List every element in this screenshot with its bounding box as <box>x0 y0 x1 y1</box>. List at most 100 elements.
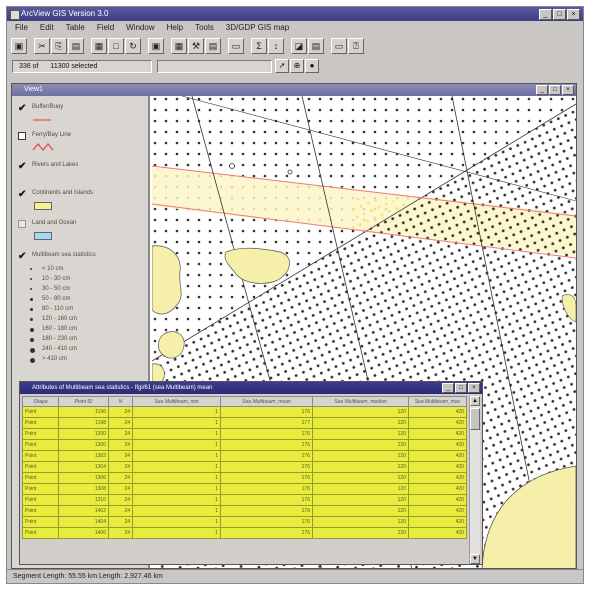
refresh-icon[interactable]: ↻ <box>125 38 141 54</box>
table-cell[interactable]: 420 <box>408 406 467 418</box>
table-scrollbar[interactable]: ▲ ▼ <box>469 396 480 564</box>
table-cell[interactable]: 420 <box>408 439 467 451</box>
table-cell[interactable]: 24 <box>108 450 133 462</box>
table-cell[interactable]: 120 <box>312 428 409 440</box>
table-row[interactable]: Point 1308 24 1 176 120 420 <box>22 483 467 495</box>
promote-icon[interactable]: ▤ <box>205 38 221 54</box>
table-close-button[interactable]: × <box>468 383 480 393</box>
scroll-up-icon[interactable]: ▲ <box>470 396 480 406</box>
table-row[interactable]: Point 1304 24 1 176 120 420 <box>22 461 467 473</box>
table-cell[interactable]: 1 <box>132 428 221 440</box>
table-cell[interactable]: 177 <box>220 417 313 429</box>
menu-field[interactable]: Field <box>97 21 114 35</box>
table-cell[interactable]: 24 <box>108 428 133 440</box>
checkbox-empty-icon[interactable] <box>18 220 26 228</box>
table-cell[interactable]: 1304 <box>58 461 109 473</box>
menu-help[interactable]: Help <box>167 21 183 35</box>
checkmark-icon[interactable]: ✔ <box>18 190 27 200</box>
table-cell[interactable]: 24 <box>108 483 133 495</box>
menu-file[interactable]: File <box>15 21 28 35</box>
table-cell[interactable]: 420 <box>408 505 467 517</box>
table-cell[interactable]: Point <box>22 494 59 506</box>
table-cell[interactable]: 420 <box>408 483 467 495</box>
table-row[interactable]: Point 1402 24 1 178 120 420 <box>22 505 467 517</box>
table-cell[interactable]: 24 <box>108 461 133 473</box>
column-header-n[interactable]: N <box>108 396 133 407</box>
table-cell[interactable]: 24 <box>108 406 133 418</box>
table-cell[interactable]: 1 <box>132 450 221 462</box>
table-cell[interactable]: 176 <box>220 428 313 440</box>
table-cell[interactable]: Point <box>22 516 59 528</box>
table-cell[interactable]: 120 <box>312 483 409 495</box>
table-cell[interactable]: 1 <box>132 527 221 539</box>
checkbox-empty-icon[interactable] <box>18 132 26 140</box>
view-maximize-button[interactable]: □ <box>549 85 561 95</box>
table-cell[interactable]: 420 <box>408 472 467 484</box>
new-icon[interactable]: □ <box>108 38 124 54</box>
table-cell[interactable]: 1 <box>132 483 221 495</box>
table-cell[interactable]: 176 <box>220 516 313 528</box>
menu-window[interactable]: Window <box>126 21 154 35</box>
table-cell[interactable]: 1 <box>132 472 221 484</box>
column-header-mean[interactable]: Sea Multibeam_mean <box>220 396 313 407</box>
table-cell[interactable]: 120 <box>312 439 409 451</box>
column-header-min[interactable]: Sea Multibeam_min <box>132 396 221 407</box>
table-cell[interactable]: 24 <box>108 417 133 429</box>
table-cell[interactable]: 120 <box>312 494 409 506</box>
table-cell[interactable]: 24 <box>108 439 133 451</box>
table-cell[interactable]: 1404 <box>58 516 109 528</box>
view-close-button[interactable]: × <box>562 85 574 95</box>
column-header-shape[interactable]: Shape <box>22 396 59 407</box>
close-button[interactable]: × <box>567 9 580 20</box>
field-icon[interactable]: ▤ <box>308 38 324 54</box>
table-cell[interactable]: 120 <box>312 461 409 473</box>
table-cell[interactable]: Point <box>22 505 59 517</box>
table-cell[interactable]: 420 <box>408 461 467 473</box>
table-cell[interactable]: 420 <box>408 516 467 528</box>
table-cell[interactable]: 1 <box>132 505 221 517</box>
window-icon[interactable]: ▭ <box>331 38 347 54</box>
table-cell[interactable]: 1 <box>132 516 221 528</box>
table-cell[interactable]: 24 <box>108 527 133 539</box>
table-cell[interactable]: 176 <box>220 450 313 462</box>
table-row[interactable]: Point 1406 24 1 176 120 420 <box>22 527 467 539</box>
table-cell[interactable]: 1406 <box>58 527 109 539</box>
table-cell[interactable]: 420 <box>408 428 467 440</box>
table-row[interactable]: Point 1196 24 1 176 120 420 <box>22 406 467 418</box>
chart-icon[interactable]: ◪ <box>291 38 307 54</box>
table-row[interactable]: Point 1200 24 1 176 120 420 <box>22 428 467 440</box>
view-minimize-button[interactable]: _ <box>536 85 548 95</box>
table-cell[interactable]: 1308 <box>58 483 109 495</box>
table-cell[interactable]: 1 <box>132 439 221 451</box>
table-cell[interactable]: Point <box>22 461 59 473</box>
table-cell[interactable]: 120 <box>312 472 409 484</box>
menu-3dgdp[interactable]: 3D/GDP GIS map <box>226 21 289 35</box>
menu-tools[interactable]: Tools <box>195 21 214 35</box>
table-cell[interactable]: 24 <box>108 494 133 506</box>
table-maximize-button[interactable]: □ <box>455 383 467 393</box>
table-cell[interactable]: Point <box>22 527 59 539</box>
table-cell[interactable]: 1 <box>132 417 221 429</box>
copy-icon[interactable]: ⎘ <box>51 38 67 54</box>
table-cell[interactable]: Point <box>22 439 59 451</box>
checkmark-icon[interactable]: ✔ <box>18 104 27 114</box>
table-cell[interactable]: Point <box>22 428 59 440</box>
table-cell[interactable]: 120 <box>312 450 409 462</box>
table-cell[interactable]: Point <box>22 406 59 418</box>
table-cell[interactable]: 1310 <box>58 494 109 506</box>
column-header-max[interactable]: Sea Multibeam_max <box>408 396 467 407</box>
query-icon[interactable]: ▦ <box>171 38 187 54</box>
table-cell[interactable]: 1198 <box>58 417 109 429</box>
table-row[interactable]: Point 1404 24 1 176 120 420 <box>22 516 467 528</box>
table-cell[interactable]: 24 <box>108 472 133 484</box>
column-header-median[interactable]: Sea Multibeam_median <box>312 396 409 407</box>
table-cell[interactable]: 120 <box>312 527 409 539</box>
table-cell[interactable]: 420 <box>408 527 467 539</box>
zoom-icon[interactable]: ⊕ <box>290 59 304 73</box>
table-cell[interactable]: 1 <box>132 461 221 473</box>
table-cell[interactable]: 420 <box>408 450 467 462</box>
table-cell[interactable]: 176 <box>220 439 313 451</box>
table-cell[interactable]: 120 <box>312 406 409 418</box>
table-icon[interactable]: ▦ <box>91 38 107 54</box>
table-minimize-button[interactable]: _ <box>442 383 454 393</box>
